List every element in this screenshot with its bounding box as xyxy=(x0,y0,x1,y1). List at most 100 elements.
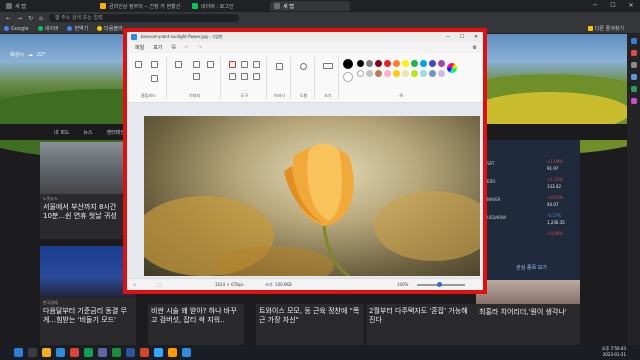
stock-widget[interactable]: SRT +1.00% 91.97 ERO +1.11% 133.42 NAVER +0.6… xyxy=(483,140,580,280)
stock-row[interactable]: SRT +1.00% 91.97 xyxy=(487,158,576,176)
view-watchlist-link[interactable]: 관심 종목 보기 xyxy=(483,264,580,271)
tab-news[interactable]: 뉴스 xyxy=(83,129,92,136)
maximize-icon[interactable]: ☐ xyxy=(455,32,469,42)
zoom-slider-thumb[interactable] xyxy=(437,282,442,287)
text-icon[interactable] xyxy=(253,61,260,68)
palette-swatch[interactable] xyxy=(375,70,382,77)
palette-swatch[interactable] xyxy=(411,70,418,77)
word-icon[interactable] xyxy=(126,348,135,357)
resize-icon[interactable] xyxy=(193,73,200,80)
zoom-slider[interactable] xyxy=(417,282,465,287)
news-card[interactable]: 비싼 시술 왜 받아? 하나 바꾸고 검버섯, 잡티 싹 지워.. xyxy=(148,304,244,345)
tab-my-feed[interactable]: 내 피드 xyxy=(54,129,69,136)
sheets-icon[interactable] xyxy=(84,348,93,357)
other-bookmarks[interactable]: 다른 즐겨찾기 xyxy=(587,25,624,32)
palette-swatch[interactable] xyxy=(429,60,436,67)
browser-tab-2[interactable]: 금리인상 정부의 -- 간장 카 현황신 xyxy=(96,1,186,11)
edge-icon[interactable] xyxy=(56,348,65,357)
stock-row[interactable]: NAVER +0.61% 44.07 xyxy=(487,194,576,212)
palette-swatch[interactable] xyxy=(420,70,427,77)
palette-swatch[interactable] xyxy=(357,60,364,67)
undo-icon[interactable]: ↶ xyxy=(185,45,189,51)
palette-swatch[interactable] xyxy=(384,60,391,67)
cut-icon[interactable] xyxy=(151,61,158,68)
outlook-icon[interactable] xyxy=(630,98,637,104)
palette-swatch[interactable] xyxy=(420,60,427,67)
color-picker-icon[interactable] xyxy=(241,73,248,80)
bookmark-daum[interactable]: 다음블라 xyxy=(97,25,123,32)
menu-file[interactable]: 파일 xyxy=(135,44,144,51)
palette-swatch[interactable] xyxy=(411,60,418,67)
search-icon[interactable] xyxy=(630,38,637,44)
forward-icon[interactable]: → xyxy=(17,15,22,22)
tools-icon[interactable] xyxy=(630,62,637,68)
weather-widget[interactable]: 화성시 ☁ 22° xyxy=(10,51,46,59)
stock-row[interactable]: ERO +1.11% 133.42 xyxy=(487,176,576,194)
home-icon[interactable]: ⌂ xyxy=(39,15,43,22)
browser-tab-1[interactable]: 새 탭 xyxy=(2,1,94,11)
palette-swatch[interactable] xyxy=(357,70,364,77)
palette-swatch[interactable] xyxy=(438,60,445,67)
photoshop-icon[interactable] xyxy=(154,348,163,357)
palette-swatch[interactable] xyxy=(393,70,400,77)
menu-view[interactable]: 보기 xyxy=(153,44,162,51)
select-icon[interactable] xyxy=(175,61,182,68)
address-input[interactable]: 웹 주소 검색 또는 입력 xyxy=(48,14,239,22)
shapes-icon[interactable] xyxy=(300,63,307,70)
rotate-icon[interactable] xyxy=(207,61,214,68)
palette-swatch[interactable] xyxy=(384,70,391,77)
news-card[interactable]: 트와이스 모모, 등 근육 정찬에 "폭근 가장 자신" xyxy=(256,304,364,345)
chrome-icon[interactable] xyxy=(70,348,79,357)
palette-swatch[interactable] xyxy=(429,70,436,77)
paint-taskbar-icon[interactable] xyxy=(182,348,191,357)
office-icon[interactable] xyxy=(630,86,637,92)
crop-icon[interactable] xyxy=(193,61,200,68)
news-card[interactable]: 노컷뉴스 서울에서 부산까지 8시간 10분...쉰 연휴 첫날 귀성 xyxy=(40,142,126,239)
palette-swatch[interactable] xyxy=(366,60,373,67)
file-explorer-icon[interactable] xyxy=(42,348,51,357)
palette-swatch[interactable] xyxy=(438,70,445,77)
fill-icon[interactable] xyxy=(241,61,248,68)
refresh-icon[interactable]: ↻ xyxy=(28,15,33,22)
color1-swatch[interactable] xyxy=(343,59,353,69)
redo-icon[interactable]: ↷ xyxy=(198,45,202,51)
close-icon[interactable]: ✕ xyxy=(622,0,640,12)
back-icon[interactable]: ← xyxy=(6,15,11,22)
bookmark-google[interactable]: Google xyxy=(4,26,29,32)
browser-tab-4[interactable]: 새 탭 xyxy=(270,1,350,11)
color2-swatch[interactable] xyxy=(343,72,353,82)
eraser-icon[interactable] xyxy=(229,73,236,80)
palette-swatch[interactable] xyxy=(366,70,373,77)
copy-icon[interactable] xyxy=(151,75,158,82)
games-icon[interactable] xyxy=(630,74,637,80)
news-card[interactable]: 한국경제 다음달부터 기준금리 동결 무게...힘받는 '비둘기 모드' xyxy=(40,246,136,345)
search-icon[interactable] xyxy=(28,348,37,357)
start-icon[interactable] xyxy=(14,348,23,357)
size-icon[interactable] xyxy=(323,63,333,69)
paint-window[interactable]: blossom-plant-sunlight-flower.jpg - 그림판 … xyxy=(124,29,486,293)
bookmark-naver[interactable]: 네이버 xyxy=(37,25,58,32)
close-icon[interactable]: ✕ xyxy=(469,32,483,42)
excel-icon[interactable] xyxy=(112,348,121,357)
stock-row[interactable]: USD/KRW -0.17% 1,236.35 xyxy=(487,212,576,230)
brush-icon[interactable] xyxy=(276,63,283,70)
illustrator-icon[interactable] xyxy=(168,348,177,357)
minimize-icon[interactable]: ─ xyxy=(441,32,455,42)
browser-tab-3[interactable]: 네이버 : 로그인 xyxy=(188,1,268,11)
canvas-image[interactable] xyxy=(144,116,480,276)
pencil-icon[interactable] xyxy=(229,61,236,68)
shopping-icon[interactable] xyxy=(630,50,637,56)
teams-icon[interactable] xyxy=(98,348,107,357)
edit-colors-icon[interactable] xyxy=(447,63,457,73)
palette-swatch[interactable] xyxy=(402,70,409,77)
minimize-icon[interactable]: ─ xyxy=(586,0,604,12)
palette-swatch[interactable] xyxy=(375,60,382,67)
palette-swatch[interactable] xyxy=(402,60,409,67)
taskbar-clock[interactable]: 오후 7:50:43 2023-01-21 xyxy=(602,346,626,358)
settings-icon[interactable]: ⚙ xyxy=(473,45,477,51)
powerpoint-icon[interactable] xyxy=(140,348,149,357)
news-card[interactable]: 2월부터 다주택자도 '혼잡' 가능해진다 xyxy=(366,304,476,345)
maximize-icon[interactable]: ☐ xyxy=(604,0,622,12)
save-icon[interactable]: 🖫 xyxy=(171,44,175,52)
paste-icon[interactable] xyxy=(135,61,142,68)
